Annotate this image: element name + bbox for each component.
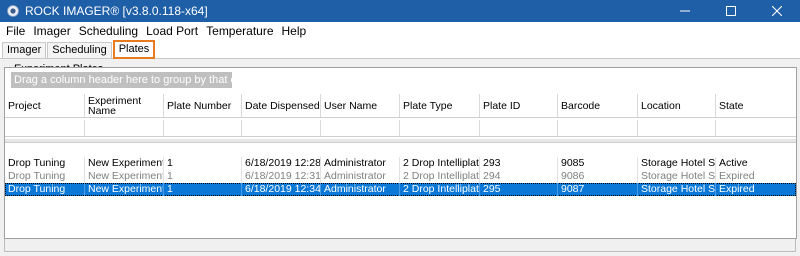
menu-load-port[interactable]: Load Port (142, 22, 202, 40)
column-header-state[interactable]: State (716, 94, 796, 117)
row-separator (5, 139, 796, 143)
cell-experiment-name: New Experiment... (85, 170, 164, 183)
cell-project: Drop Tuning (5, 183, 85, 196)
cell-date-dispensed: 6/18/2019 12:28:... (242, 157, 321, 170)
column-header-user-name[interactable]: User Name (321, 94, 400, 117)
menu-file[interactable]: File (2, 22, 29, 40)
column-header-experiment-name[interactable]: Experiment Name (85, 94, 164, 117)
cell-user-name: Administrator (321, 157, 400, 170)
filter-cell-state[interactable] (716, 120, 796, 136)
filter-cell-project[interactable] (5, 120, 85, 136)
plates-grid[interactable]: Drag a column header here to group by th… (4, 67, 797, 239)
menu-temperature[interactable]: Temperature (202, 22, 277, 40)
cell-plate-id: 293 (480, 157, 558, 170)
plates-content: Experiment Plates Drag a column header h… (0, 59, 800, 256)
column-header-date-dispensed[interactable]: Date Dispensed (242, 94, 321, 117)
menu-imager[interactable]: Imager (29, 22, 74, 40)
close-icon (772, 6, 782, 16)
cell-user-name: Administrator (321, 170, 400, 183)
cell-plate-id: 294 (480, 170, 558, 183)
tab-strip: Imager Scheduling Plates (0, 40, 800, 59)
column-header-plate-type[interactable]: Plate Type (400, 94, 480, 117)
cell-plate-number: 1 (164, 170, 242, 183)
cell-barcode: 9086 (558, 170, 638, 183)
filter-cell-plate-number[interactable] (164, 120, 242, 136)
cell-location: Storage Hotel S... (638, 170, 716, 183)
cell-state: Expired (716, 183, 796, 196)
tab-imager[interactable]: Imager (2, 42, 47, 58)
cell-date-dispensed: 6/18/2019 12:31:... (242, 170, 321, 183)
cell-barcode: 9087 (558, 183, 638, 196)
cell-plate-id: 295 (480, 183, 558, 196)
filter-cell-date-dispensed[interactable] (242, 120, 321, 136)
cell-date-dispensed: 6/18/2019 12:34:... (242, 183, 321, 196)
filter-cell-plate-type[interactable] (400, 120, 480, 136)
minimize-button[interactable] (662, 0, 708, 22)
filter-cell-experiment-name[interactable] (85, 120, 164, 136)
filter-row (5, 120, 796, 137)
cell-user-name: Administrator (321, 183, 400, 196)
cell-barcode: 9085 (558, 157, 638, 170)
column-header-location[interactable]: Location (638, 94, 716, 117)
cell-plate-type: 2 Drop Intelliplat... (400, 157, 480, 170)
filter-cell-plate-id[interactable] (480, 120, 558, 136)
cell-plate-number: 1 (164, 157, 242, 170)
cell-plate-number: 1 (164, 183, 242, 196)
filter-cell-location[interactable] (638, 120, 716, 136)
cell-location: Storage Hotel S... (638, 157, 716, 170)
group-by-panel[interactable]: Drag a column header here to group by th… (5, 68, 796, 92)
title-bar[interactable]: ROCK IMAGER® [v3.8.0.118-x64] (0, 0, 800, 22)
cell-state: Active (716, 157, 796, 170)
cell-plate-type: 2 Drop Intelliplat... (400, 170, 480, 183)
column-header-plate-number[interactable]: Plate Number (164, 94, 242, 117)
cell-state: Expired (716, 170, 796, 183)
cell-plate-type: 2 Drop Intelliplat... (400, 183, 480, 196)
cell-experiment-name: New Experiment... (85, 183, 164, 196)
maximize-icon (726, 6, 736, 16)
column-header-barcode[interactable]: Barcode (558, 94, 638, 117)
cell-location: Storage Hotel S... (638, 183, 716, 196)
column-header-row: Project Experiment Name Plate Number Dat… (5, 94, 796, 118)
tab-scheduling[interactable]: Scheduling (47, 42, 112, 58)
minimize-icon (680, 10, 690, 12)
table-row-selected[interactable]: Drop Tuning New Experiment... 1 6/18/201… (5, 183, 796, 196)
table-row[interactable]: Drop Tuning New Experiment... 1 6/18/201… (5, 170, 796, 183)
menu-scheduling[interactable]: Scheduling (75, 22, 142, 40)
menu-help[interactable]: Help (278, 22, 311, 40)
column-header-project[interactable]: Project (5, 94, 85, 117)
cell-project: Drop Tuning (5, 170, 85, 183)
table-row[interactable]: Drop Tuning New Experiment 1 6/18/2019 1… (5, 157, 796, 170)
cell-experiment-name: New Experiment (85, 157, 164, 170)
tab-plates[interactable]: Plates (112, 40, 156, 59)
rock-imager-app-icon (6, 4, 20, 18)
filter-cell-barcode[interactable] (558, 120, 638, 136)
filter-cell-user-name[interactable] (321, 120, 400, 136)
group-by-hint: Drag a column header here to group by th… (11, 72, 232, 88)
window-title: ROCK IMAGER® [v3.8.0.118-x64] (25, 4, 208, 18)
close-button[interactable] (754, 0, 800, 22)
column-header-plate-id[interactable]: Plate ID (480, 94, 558, 117)
menu-bar: File Imager Scheduling Load Port Tempera… (0, 22, 800, 40)
maximize-button[interactable] (708, 0, 754, 22)
cell-project: Drop Tuning (5, 157, 85, 170)
